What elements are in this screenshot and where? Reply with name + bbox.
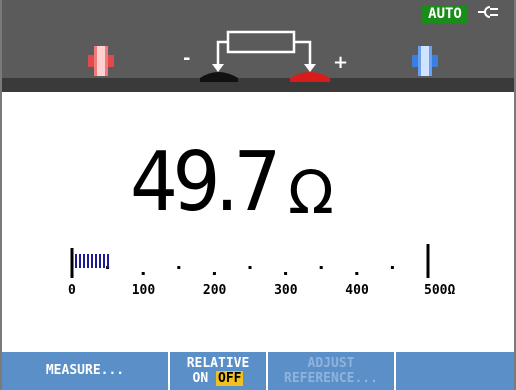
bar-segment: [99, 254, 101, 268]
minus-sign: -: [183, 48, 191, 69]
scale-tick-dot: [177, 266, 181, 269]
reference-softkey-label: REFERENCE...: [284, 371, 378, 386]
relative-softkey-label: RELATIVE: [186, 356, 250, 371]
relative-on-option: ON: [192, 371, 209, 386]
relative-toggle: ON OFF: [170, 371, 266, 386]
scale-tick-dot: [248, 266, 252, 269]
scale-tick-dot: [319, 266, 323, 269]
bar-segment: [79, 254, 81, 268]
tick-label: 100: [131, 283, 156, 298]
tick-label: 300: [274, 283, 298, 298]
scale-end-marker: [426, 244, 430, 278]
bar-segment: [75, 254, 77, 268]
probe-header: - + AUTO: [0, 0, 516, 92]
empty-softkey[interactable]: [396, 352, 514, 390]
frame-left: [0, 0, 2, 390]
measure-softkey-label: MEASURE...: [45, 363, 125, 378]
adjust-softkey-label: ADJUST: [307, 356, 355, 371]
auto-range-badge: AUTO: [422, 6, 468, 23]
plus-sign: +: [333, 52, 349, 73]
bar-graph: 0 100 200 300 400 500Ω: [60, 240, 460, 300]
scale-tick-dot: [390, 266, 394, 269]
scale-tick-dot: [141, 272, 145, 275]
bar-segment: [83, 254, 85, 268]
relative-softkey[interactable]: RELATIVE ON OFF: [170, 352, 266, 390]
scale-tick-dot: [355, 272, 359, 275]
bar-segment: [87, 254, 89, 268]
scale-tick-dot: [284, 272, 288, 275]
relative-off-option: OFF: [216, 371, 244, 386]
red-input-jack-icon: [88, 46, 114, 76]
bar-segment: [91, 254, 93, 268]
tick-label: 200: [202, 283, 227, 298]
tick-label: 500Ω: [424, 283, 456, 298]
adjust-reference-softkey[interactable]: ADJUST REFERENCE...: [268, 352, 394, 390]
bar-segment: [107, 254, 109, 268]
measure-softkey[interactable]: MEASURE...: [2, 352, 168, 390]
reading-unit: Ω: [288, 158, 334, 228]
multimeter-screen: - + AUTO 49.7 Ω 0 100 200 300 400 500Ω M…: [0, 0, 516, 390]
scale-tick-dot: [212, 272, 216, 275]
softkey-bar: MEASURE... RELATIVE ON OFF ADJUST REFERE…: [0, 350, 516, 390]
tick-label: 400: [345, 283, 369, 298]
blue-input-jack-icon: [412, 46, 438, 76]
reading-value: 49.7: [130, 135, 281, 230]
plug-icon: [478, 6, 498, 18]
tick-label: 0: [68, 283, 76, 298]
bar-graph-svg: [70, 244, 430, 278]
scale-start-marker: [70, 248, 74, 278]
bar-segment: [103, 254, 105, 268]
bar-segment: [95, 254, 97, 268]
